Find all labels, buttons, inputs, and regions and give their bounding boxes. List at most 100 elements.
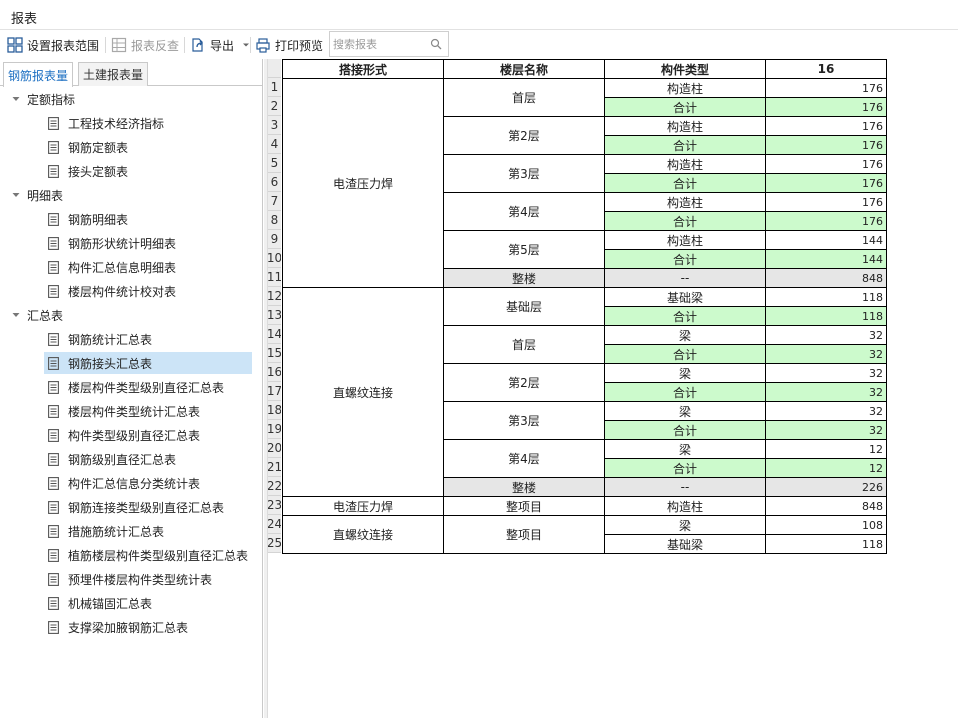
- tree-item[interactable]: 楼层构件类型级别直径汇总表: [44, 376, 224, 398]
- tree-item[interactable]: 构件汇总信息明细表: [44, 256, 176, 278]
- report-reverse-check-button[interactable]: 报表反查: [111, 35, 179, 55]
- row-number: 15: [268, 344, 281, 363]
- chevron-down-icon[interactable]: [242, 41, 250, 49]
- cell-joint-method: 直螺纹连接: [282, 515, 444, 554]
- cell-component-type: 基础梁: [604, 287, 766, 307]
- cell-component-type: --: [604, 477, 766, 497]
- document-icon: [48, 596, 59, 610]
- tree-item[interactable]: 钢筋形状统计明细表: [44, 232, 176, 254]
- grid-settings-icon: [7, 37, 23, 53]
- tree-group[interactable]: 明细表: [11, 184, 63, 206]
- cell-component-type: 合计: [604, 173, 766, 193]
- tree-group-label: 汇总表: [27, 308, 64, 323]
- cell-component-type: 梁: [604, 325, 766, 345]
- tree-item[interactable]: 构件汇总信息分类统计表: [44, 472, 200, 494]
- document-icon: [48, 572, 59, 586]
- caret-down-icon[interactable]: [11, 190, 21, 200]
- tree-item[interactable]: 钢筋接头汇总表: [44, 352, 252, 374]
- cell-quantity: 32: [765, 382, 887, 402]
- tree-item[interactable]: 钢筋连接类型级别直径汇总表: [44, 496, 224, 518]
- cell-component-type: 合计: [604, 306, 766, 326]
- tree-item-label: 楼层构件类型统计汇总表: [68, 404, 201, 419]
- row-number: 13: [268, 306, 281, 325]
- cell-quantity: 176: [765, 211, 887, 231]
- print-preview-icon: [256, 38, 270, 53]
- tab-civil-report[interactable]: 土建报表量: [78, 62, 149, 86]
- table-header-row: 搭接形式 楼层名称 构件类型 16: [282, 59, 887, 79]
- tree-item-label: 植筋楼层构件类型级别直径汇总表: [68, 548, 249, 563]
- cell-floor-name: 整项目: [443, 496, 605, 516]
- cell-component-type: 合计: [604, 249, 766, 269]
- print-preview-button[interactable]: 打印预览: [255, 35, 323, 55]
- tree-item[interactable]: 构件类型级别直径汇总表: [44, 424, 200, 446]
- column-header-component-type: 构件类型: [604, 59, 766, 79]
- export-button[interactable]: 导出: [190, 35, 250, 55]
- cell-component-type: 构造柱: [604, 154, 766, 174]
- rebar-joint-summary-table: 搭接形式 楼层名称 构件类型 16 电渣压力焊 首层 构造柱 176 合计 176 第2层构…: [282, 59, 887, 554]
- cell-floor-name: 首层: [443, 78, 605, 117]
- tree-item[interactable]: 钢筋明细表: [44, 208, 128, 230]
- print-preview-label: 打印预览: [275, 38, 324, 53]
- toolbar-separator: [105, 37, 106, 53]
- tree-item[interactable]: 措施筋统计汇总表: [44, 520, 164, 542]
- cell-quantity: 848: [765, 268, 887, 288]
- cell-component-type: 基础梁: [604, 534, 766, 554]
- export-icon: [192, 38, 203, 52]
- tree-item[interactable]: 植筋楼层构件类型级别直径汇总表: [44, 544, 248, 566]
- document-icon: [48, 164, 59, 178]
- tree-group[interactable]: 定额指标: [11, 88, 75, 110]
- tree-item[interactable]: 支撑梁加腋钢筋汇总表: [44, 616, 188, 638]
- tree-group[interactable]: 汇总表: [11, 304, 63, 326]
- cell-floor-name: 第3层: [443, 154, 605, 193]
- cell-component-type: --: [604, 268, 766, 288]
- cell-component-type: 合计: [604, 135, 766, 155]
- caret-down-icon[interactable]: [11, 310, 21, 320]
- cell-quantity: 176: [765, 192, 887, 212]
- caret-down-icon[interactable]: [11, 94, 21, 104]
- window-title: 报表: [11, 12, 38, 27]
- tree-item[interactable]: 预埋件楼层构件类型统计表: [44, 568, 212, 590]
- tree-item[interactable]: 钢筋统计汇总表: [44, 328, 152, 350]
- cell-quantity: 32: [765, 363, 887, 383]
- tree-item[interactable]: 机械锚固汇总表: [44, 592, 152, 614]
- report-search-input[interactable]: [333, 36, 425, 52]
- tree-group-label: 定额指标: [27, 92, 76, 107]
- row-number: 21: [268, 458, 281, 477]
- tree-item[interactable]: 钢筋定额表: [44, 136, 128, 158]
- tree-item-label: 楼层构件类型级别直径汇总表: [68, 380, 225, 395]
- tree-item[interactable]: 钢筋级别直径汇总表: [44, 448, 176, 470]
- cell-quantity: 176: [765, 78, 887, 98]
- toolbar-separator: [184, 37, 185, 53]
- row-number: 16: [268, 363, 281, 382]
- tree-item-label: 钢筋定额表: [68, 140, 129, 155]
- tree-item[interactable]: 接头定额表: [44, 160, 128, 182]
- row-number: 7: [268, 192, 281, 211]
- set-report-range-button[interactable]: 设置报表范围: [7, 35, 99, 55]
- tree-item-label: 工程技术经济指标: [68, 116, 165, 131]
- report-list-panel: 钢筋报表量 土建报表量 定额指标工程技术经济指标 钢筋定额表接头定额表 明细表 钢筋明…: [0, 59, 263, 718]
- document-icon: [48, 548, 59, 562]
- document-icon: [48, 140, 59, 154]
- tree-item[interactable]: 工程技术经济指标: [44, 112, 164, 134]
- tree-item[interactable]: 楼层构件类型统计汇总表: [44, 400, 200, 422]
- row-number: 17: [268, 382, 281, 401]
- report-search-box[interactable]: [329, 31, 449, 57]
- row-number: 19: [268, 420, 281, 439]
- row-number: 22: [268, 477, 281, 496]
- document-icon: [48, 476, 59, 490]
- table-row: 电渣压力焊 首层 构造柱 176: [282, 78, 887, 288]
- toolbar-separator: [250, 37, 251, 53]
- tree-item-label: 钢筋形状统计明细表: [68, 236, 177, 251]
- search-icon[interactable]: [430, 38, 442, 50]
- tree-item-label: 钢筋级别直径汇总表: [68, 452, 177, 467]
- cell-component-type: 梁: [604, 439, 766, 459]
- cell-quantity: 12: [765, 439, 887, 459]
- cell-component-type: 构造柱: [604, 78, 766, 98]
- tree-item[interactable]: 楼层构件统计校对表: [44, 280, 176, 302]
- row-number: 5: [268, 154, 281, 173]
- document-icon: [48, 428, 59, 442]
- row-number: 23: [268, 496, 281, 515]
- document-icon: [48, 260, 59, 274]
- tab-rebar-report[interactable]: 钢筋报表量: [3, 62, 74, 87]
- row-number: 25: [268, 534, 281, 553]
